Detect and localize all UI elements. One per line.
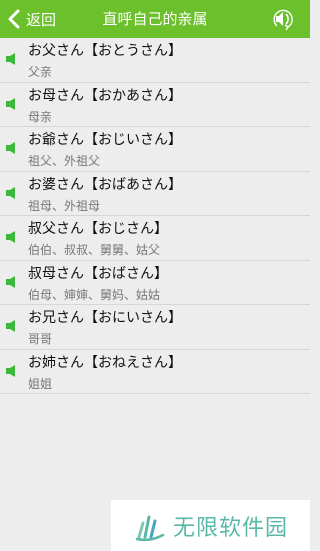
back-label: 返回 — [26, 10, 57, 29]
list-item[interactable]: 叔父さん【おじさん】 伯伯、叔叔、舅舅、姑父 — [0, 216, 310, 261]
list-item[interactable]: 叔母さん【おばさん】 伯母、婶婶、舅妈、姑姑 — [0, 260, 310, 305]
speaker-icon[interactable] — [6, 320, 18, 332]
chinese-meaning: 姐姐 — [28, 376, 53, 391]
speaker-icon[interactable] — [6, 275, 18, 288]
japanese-term: お母さん【おかあさん】 — [28, 87, 182, 104]
back-button[interactable]: 返回 — [4, 0, 56, 38]
watermark-text: 无限软件园 — [172, 515, 288, 541]
chinese-meaning: 祖父、外祖父 — [28, 154, 101, 168]
speaker-icon[interactable] — [6, 53, 18, 65]
chinese-meaning: 哥哥 — [28, 332, 53, 346]
chinese-meaning: 母亲 — [28, 109, 53, 124]
speaker-icon[interactable] — [6, 142, 18, 154]
chinese-meaning: 伯母、婶婶、舅妈、姑姑 — [28, 287, 161, 302]
speaker-icon[interactable] — [6, 97, 18, 110]
japanese-term: 叔母さん【おばさん】 — [28, 265, 168, 282]
watermark: 无限软件园 — [111, 500, 310, 551]
japanese-term: お父さん【おとうさん】 — [28, 43, 182, 59]
speaker-icon[interactable] — [6, 364, 18, 377]
japanese-term: お兄さん【おにいさん】 — [28, 310, 182, 326]
list-item[interactable]: お父さん【おとうさん】 父亲 — [0, 38, 310, 83]
relatives-list: お父さん【おとうさん】 父亲 お母さん【おかあさん】 母亲 お爺さん【おじいさん】 祖父、… — [0, 38, 310, 394]
list-item[interactable]: お姉さん【おねえさん】 姐姐 — [0, 349, 310, 394]
japanese-term: お婆さん【おばあさん】 — [28, 176, 182, 193]
list-item[interactable]: お婆さん【おばあさん】 祖母、外祖母 — [0, 171, 310, 216]
japanese-term: お姉さん【おねえさん】 — [28, 354, 182, 371]
chinese-meaning: 祖母、外祖母 — [28, 198, 101, 213]
list-item[interactable]: お爺さん【おじいさん】 祖父、外祖父 — [0, 127, 310, 172]
chinese-meaning: 父亲 — [28, 65, 53, 79]
japanese-term: お爺さん【おじいさん】 — [28, 132, 182, 148]
chevron-left-icon — [4, 0, 24, 38]
speaker-icon[interactable] — [6, 231, 18, 243]
speaker-refresh-icon — [273, 9, 293, 31]
audio-settings-button[interactable] — [272, 7, 296, 31]
speaker-icon[interactable] — [6, 186, 18, 199]
list-item[interactable]: お兄さん【おにいさん】 哥哥 — [0, 305, 310, 350]
list-item[interactable]: お母さん【おかあさん】 母亲 — [0, 82, 310, 127]
watermark-logo-icon — [135, 515, 165, 541]
chinese-meaning: 伯伯、叔叔、舅舅、姑父 — [28, 243, 161, 257]
top-bar: 返回 直呼自己的亲属 — [0, 0, 310, 38]
japanese-term: 叔父さん【おじさん】 — [28, 221, 168, 237]
